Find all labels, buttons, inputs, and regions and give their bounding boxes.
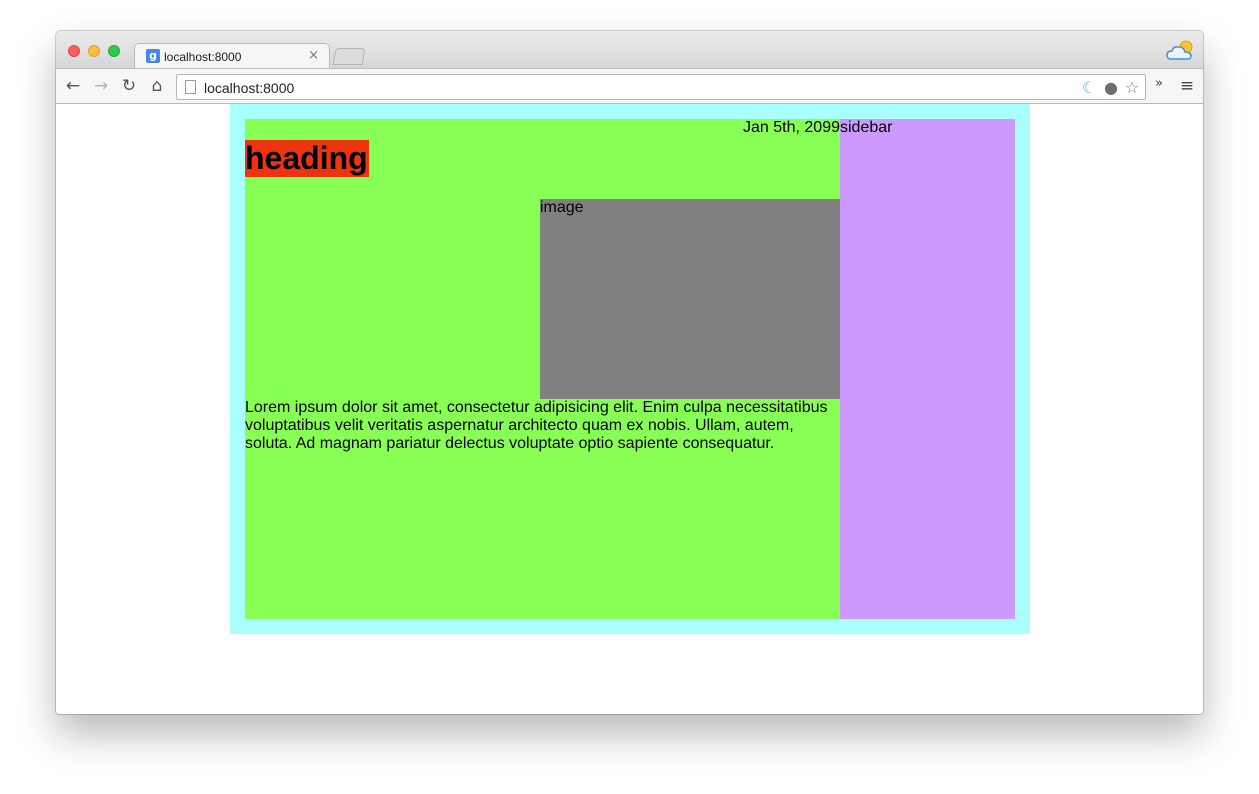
google-favicon-icon: g [146, 49, 160, 63]
tab-close-icon[interactable]: × [308, 48, 319, 63]
page-heading: heading [245, 140, 369, 177]
new-tab-button[interactable] [332, 48, 366, 65]
page-icon [185, 80, 196, 94]
browser-tab[interactable]: g localhost:8000 × [134, 43, 330, 69]
maximize-window-button[interactable] [108, 45, 120, 57]
weather-extension-icon[interactable] [1165, 39, 1195, 63]
body-paragraph: Lorem ipsum dolor sit amet, consectetur … [245, 399, 828, 452]
reload-icon[interactable]: ↻ [119, 76, 139, 96]
hamburger-menu-icon[interactable]: ≡ [1178, 76, 1196, 96]
image-label: image [540, 199, 584, 216]
outer-frame: Jan 5th, 2099 heading image Lorem ipsum … [230, 104, 1030, 634]
minimize-window-button[interactable] [88, 45, 100, 57]
home-icon[interactable]: ⌂ [147, 76, 167, 96]
main-content-area: Jan 5th, 2099 heading image Lorem ipsum … [245, 119, 840, 619]
back-arrow-icon[interactable]: ← [63, 76, 83, 96]
close-window-button[interactable] [68, 45, 80, 57]
browser-toolbar: ← → ↻ ⌂ localhost:8000 ☾ ● ☆ » ≡ [56, 68, 1203, 104]
browser-window: g localhost:8000 × ← → ↻ ⌂ localhost:800… [56, 31, 1203, 714]
sidebar-label: sidebar [840, 119, 893, 136]
date-text: Jan 5th, 2099 [743, 119, 840, 136]
page-viewport: Jan 5th, 2099 heading image Lorem ipsum … [56, 104, 1203, 714]
forward-arrow-icon[interactable]: → [91, 76, 111, 96]
lightbulb-icon[interactable]: ● [1101, 78, 1121, 98]
extensions-overflow-icon[interactable]: » [1155, 76, 1163, 91]
image-placeholder: image [540, 199, 840, 399]
bookmark-star-icon[interactable]: ☆ [1122, 78, 1142, 98]
tab-title: localhost:8000 [164, 50, 242, 64]
sidebar: sidebar [840, 119, 1015, 619]
url-text[interactable]: localhost:8000 [204, 80, 294, 96]
extension-swirl-icon[interactable]: ☾ [1079, 78, 1099, 98]
address-bar[interactable]: localhost:8000 ☾ ● ☆ [176, 74, 1146, 100]
title-bar: g localhost:8000 × [56, 31, 1203, 69]
